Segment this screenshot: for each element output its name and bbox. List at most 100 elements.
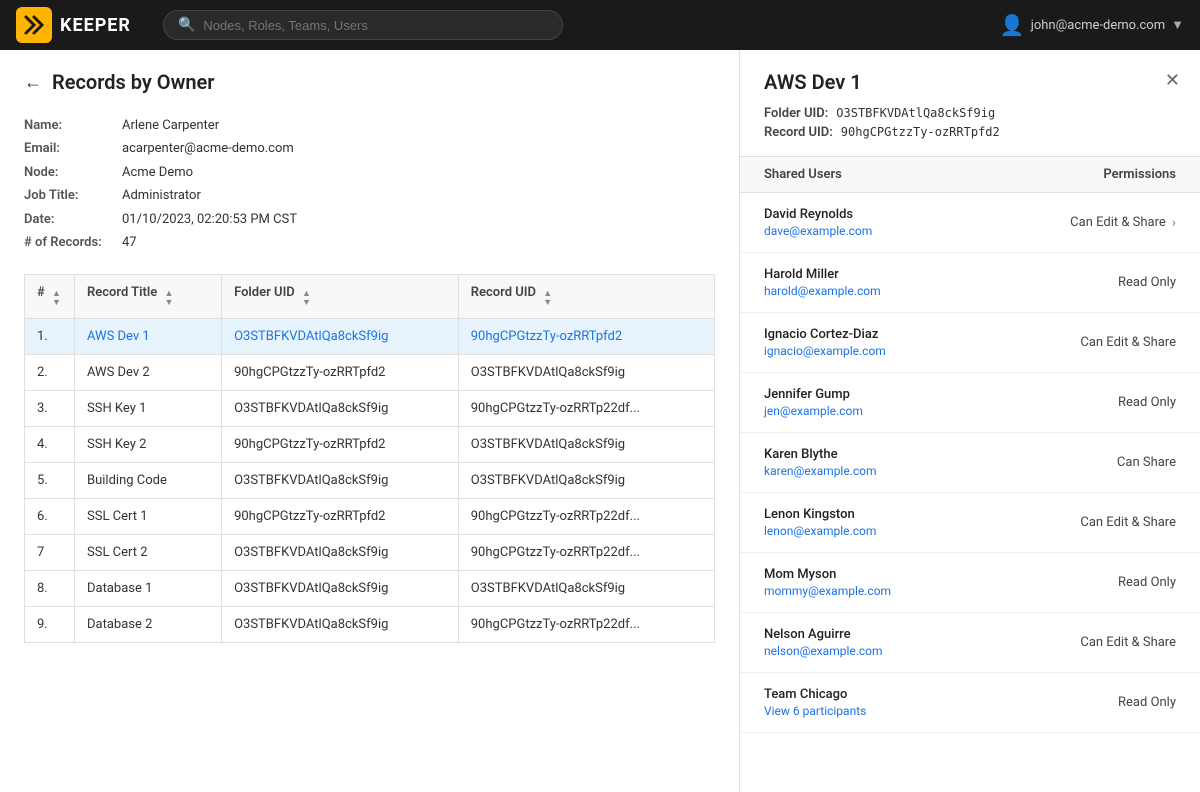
- cell-title[interactable]: AWS Dev 1: [75, 319, 222, 355]
- date-value: 01/10/2023, 02:20:53 PM CST: [122, 208, 297, 231]
- user-name: Ignacio Cortez-Diaz: [764, 327, 886, 342]
- permission-area: Can Edit & Share: [1080, 635, 1176, 650]
- cell-title: Database 1: [75, 571, 222, 607]
- folder-uid-label: Folder UID:: [764, 106, 828, 121]
- user-name: Team Chicago: [764, 687, 866, 702]
- user-info: David Reynoldsdave@example.com: [764, 207, 872, 238]
- permission-label: Read Only: [1118, 575, 1176, 590]
- permission-label: Can Edit & Share: [1080, 335, 1176, 350]
- close-button[interactable]: ✕: [1161, 66, 1184, 95]
- user-name: Harold Miller: [764, 267, 881, 282]
- table-row[interactable]: 1.AWS Dev 1O3STBFKVDAtlQa8ckSf9ig90hgCPG…: [25, 319, 715, 355]
- email-label: Email:: [24, 137, 114, 160]
- cell-num: 9.: [25, 607, 75, 643]
- shared-user-row[interactable]: Nelson Aguirrenelson@example.comCan Edit…: [740, 613, 1200, 673]
- meta-node-row: Node: Acme Demo: [24, 161, 715, 184]
- chevron-right-icon: ›: [1172, 215, 1176, 231]
- permission-label: Read Only: [1118, 695, 1176, 710]
- detail-header: AWS Dev 1 ✕ Folder UID: O3STBFKVDAtlQa8c…: [740, 50, 1200, 157]
- meta-name-row: Name: Arlene Carpenter: [24, 114, 715, 137]
- table-row[interactable]: 7SSL Cert 2O3STBFKVDAtlQa8ckSf9ig90hgCPG…: [25, 535, 715, 571]
- shared-user-row[interactable]: Ignacio Cortez-Diaz ignacio@example.com Ca…: [740, 313, 1200, 373]
- table-row[interactable]: 2.AWS Dev 290hgCPGtzzTy-ozRRTpfd2O3STBFK…: [25, 355, 715, 391]
- records-table: # ▲▼ Record Title ▲▼ Folder UID ▲▼ Recor…: [24, 274, 715, 643]
- folder-uid-row: Folder UID: O3STBFKVDAtlQa8ckSf9ig: [764, 106, 1176, 121]
- permission-label: Can Edit & Share: [1080, 635, 1176, 650]
- table-row[interactable]: 9.Database 2O3STBFKVDAtlQa8ckSf9ig90hgCP…: [25, 607, 715, 643]
- cell-num: 2.: [25, 355, 75, 391]
- app-header: KEEPER 🔍 👤 john@acme-demo.com ▼: [0, 0, 1200, 50]
- keeper-wordmark: KEEPER: [60, 15, 131, 36]
- table-row[interactable]: 6.SSL Cert 190hgCPGtzzTy-ozRRTpfd290hgCP…: [25, 499, 715, 535]
- shared-user-row[interactable]: Jennifer Gumpjen@example.comRead Only: [740, 373, 1200, 433]
- col-title[interactable]: Record Title ▲▼: [75, 275, 222, 319]
- back-button[interactable]: ←: [24, 72, 42, 93]
- node-label: Node:: [24, 161, 114, 184]
- table-row[interactable]: 8.Database 1O3STBFKVDAtlQa8ckSf9igO3STBF…: [25, 571, 715, 607]
- cell-folder-uid: 90hgCPGtzzTy-ozRRTpfd2: [222, 355, 459, 391]
- user-name: Nelson Aguirre: [764, 627, 883, 642]
- page-title: Records by Owner: [52, 70, 214, 94]
- cell-title: SSL Cert 1: [75, 499, 222, 535]
- cell-record-uid: 90hgCPGtzzTy-ozRRTp22df...: [458, 499, 714, 535]
- table-row[interactable]: 4.SSH Key 290hgCPGtzzTy-ozRRTpfd2O3STBFK…: [25, 427, 715, 463]
- table-row[interactable]: 3.SSH Key 1O3STBFKVDAtlQa8ckSf9ig90hgCPG…: [25, 391, 715, 427]
- keeper-logo: [16, 7, 52, 43]
- cell-num: 5.: [25, 463, 75, 499]
- permission-area: Can Edit & Share: [1080, 335, 1176, 350]
- cell-record-uid: 90hgCPGtzzTy-ozRRTp22df...: [458, 607, 714, 643]
- shared-user-row[interactable]: Lenon Kingstonlenon@example.com Can Edit …: [740, 493, 1200, 553]
- shared-users-label: Shared Users: [764, 167, 842, 182]
- user-info: Lenon Kingstonlenon@example.com: [764, 507, 876, 538]
- search-input[interactable]: [203, 18, 548, 33]
- permission-area: Read Only: [1118, 695, 1176, 710]
- meta-date-row: Date: 01/10/2023, 02:20:53 PM CST: [24, 208, 715, 231]
- cell-num: 6.: [25, 499, 75, 535]
- logo-area: KEEPER: [16, 7, 131, 43]
- table-row[interactable]: 5.Building CodeO3STBFKVDAtlQa8ckSf9igO3S…: [25, 463, 715, 499]
- permission-area: Can Edit & Share›: [1070, 215, 1176, 231]
- col-num[interactable]: # ▲▼: [25, 275, 75, 319]
- permission-area: Read Only: [1118, 575, 1176, 590]
- cell-folder-uid: O3STBFKVDAtlQa8ckSf9ig: [222, 391, 459, 427]
- user-name: Karen Blythe: [764, 447, 877, 462]
- cell-folder-uid: O3STBFKVDAtlQa8ckSf9ig: [222, 535, 459, 571]
- cell-num: 1.: [25, 319, 75, 355]
- shared-user-row[interactable]: David Reynoldsdave@example.com Can Edit &…: [740, 193, 1200, 253]
- global-search-bar[interactable]: 🔍: [163, 10, 563, 40]
- user-menu[interactable]: 👤 john@acme-demo.com ▼: [1000, 13, 1184, 37]
- user-email: harold@example.com: [764, 284, 881, 298]
- col-folder-uid[interactable]: Folder UID ▲▼: [222, 275, 459, 319]
- cell-title: Building Code: [75, 463, 222, 499]
- permission-label: Read Only: [1118, 395, 1176, 410]
- shared-user-row[interactable]: Team ChicagoView 6 participantsRead Only: [740, 673, 1200, 733]
- cell-record-uid: 90hgCPGtzzTy-ozRRTpfd2: [458, 319, 714, 355]
- permission-area: Can Edit & Share: [1080, 515, 1176, 530]
- permissions-label: Permissions: [1103, 167, 1176, 182]
- permission-label: Read Only: [1118, 275, 1176, 290]
- left-panel: ← Records by Owner Name: Arlene Carpente…: [0, 50, 740, 792]
- user-email-label: john@acme-demo.com: [1031, 18, 1165, 33]
- name-value: Arlene Carpenter: [122, 114, 219, 137]
- user-email: jen@example.com: [764, 404, 863, 418]
- owner-metadata: Name: Arlene Carpenter Email: acarpenter…: [24, 114, 715, 254]
- records-count-value: 47: [122, 231, 137, 254]
- shared-user-row[interactable]: Karen Blythekaren@example.comCan Share: [740, 433, 1200, 493]
- meta-email-row: Email: acarpenter@acme-demo.com: [24, 137, 715, 160]
- cell-title: SSH Key 1: [75, 391, 222, 427]
- cell-folder-uid: O3STBFKVDAtlQa8ckSf9ig: [222, 319, 459, 355]
- shared-user-row[interactable]: Mom Mysonmommy@example.comRead Only: [740, 553, 1200, 613]
- cell-record-uid: O3STBFKVDAtlQa8ckSf9ig: [458, 355, 714, 391]
- job-title-value: Administrator: [122, 184, 201, 207]
- col-record-uid[interactable]: Record UID ▲▼: [458, 275, 714, 319]
- user-info: Ignacio Cortez-Diaz ignacio@example.com: [764, 327, 886, 358]
- permission-area: Read Only: [1118, 395, 1176, 410]
- user-info: Karen Blythekaren@example.com: [764, 447, 877, 478]
- cell-folder-uid: 90hgCPGtzzTy-ozRRTpfd2: [222, 427, 459, 463]
- shared-users-list: David Reynoldsdave@example.com Can Edit &…: [740, 193, 1200, 733]
- cell-record-uid: O3STBFKVDAtlQa8ckSf9ig: [458, 571, 714, 607]
- shared-user-row[interactable]: Harold Miller harold@example.com Read Only: [740, 253, 1200, 313]
- shared-users-panel: Shared Users Permissions David Reynoldsd…: [740, 157, 1200, 792]
- user-email: ignacio@example.com: [764, 344, 886, 358]
- meta-records-row: # of Records: 47: [24, 231, 715, 254]
